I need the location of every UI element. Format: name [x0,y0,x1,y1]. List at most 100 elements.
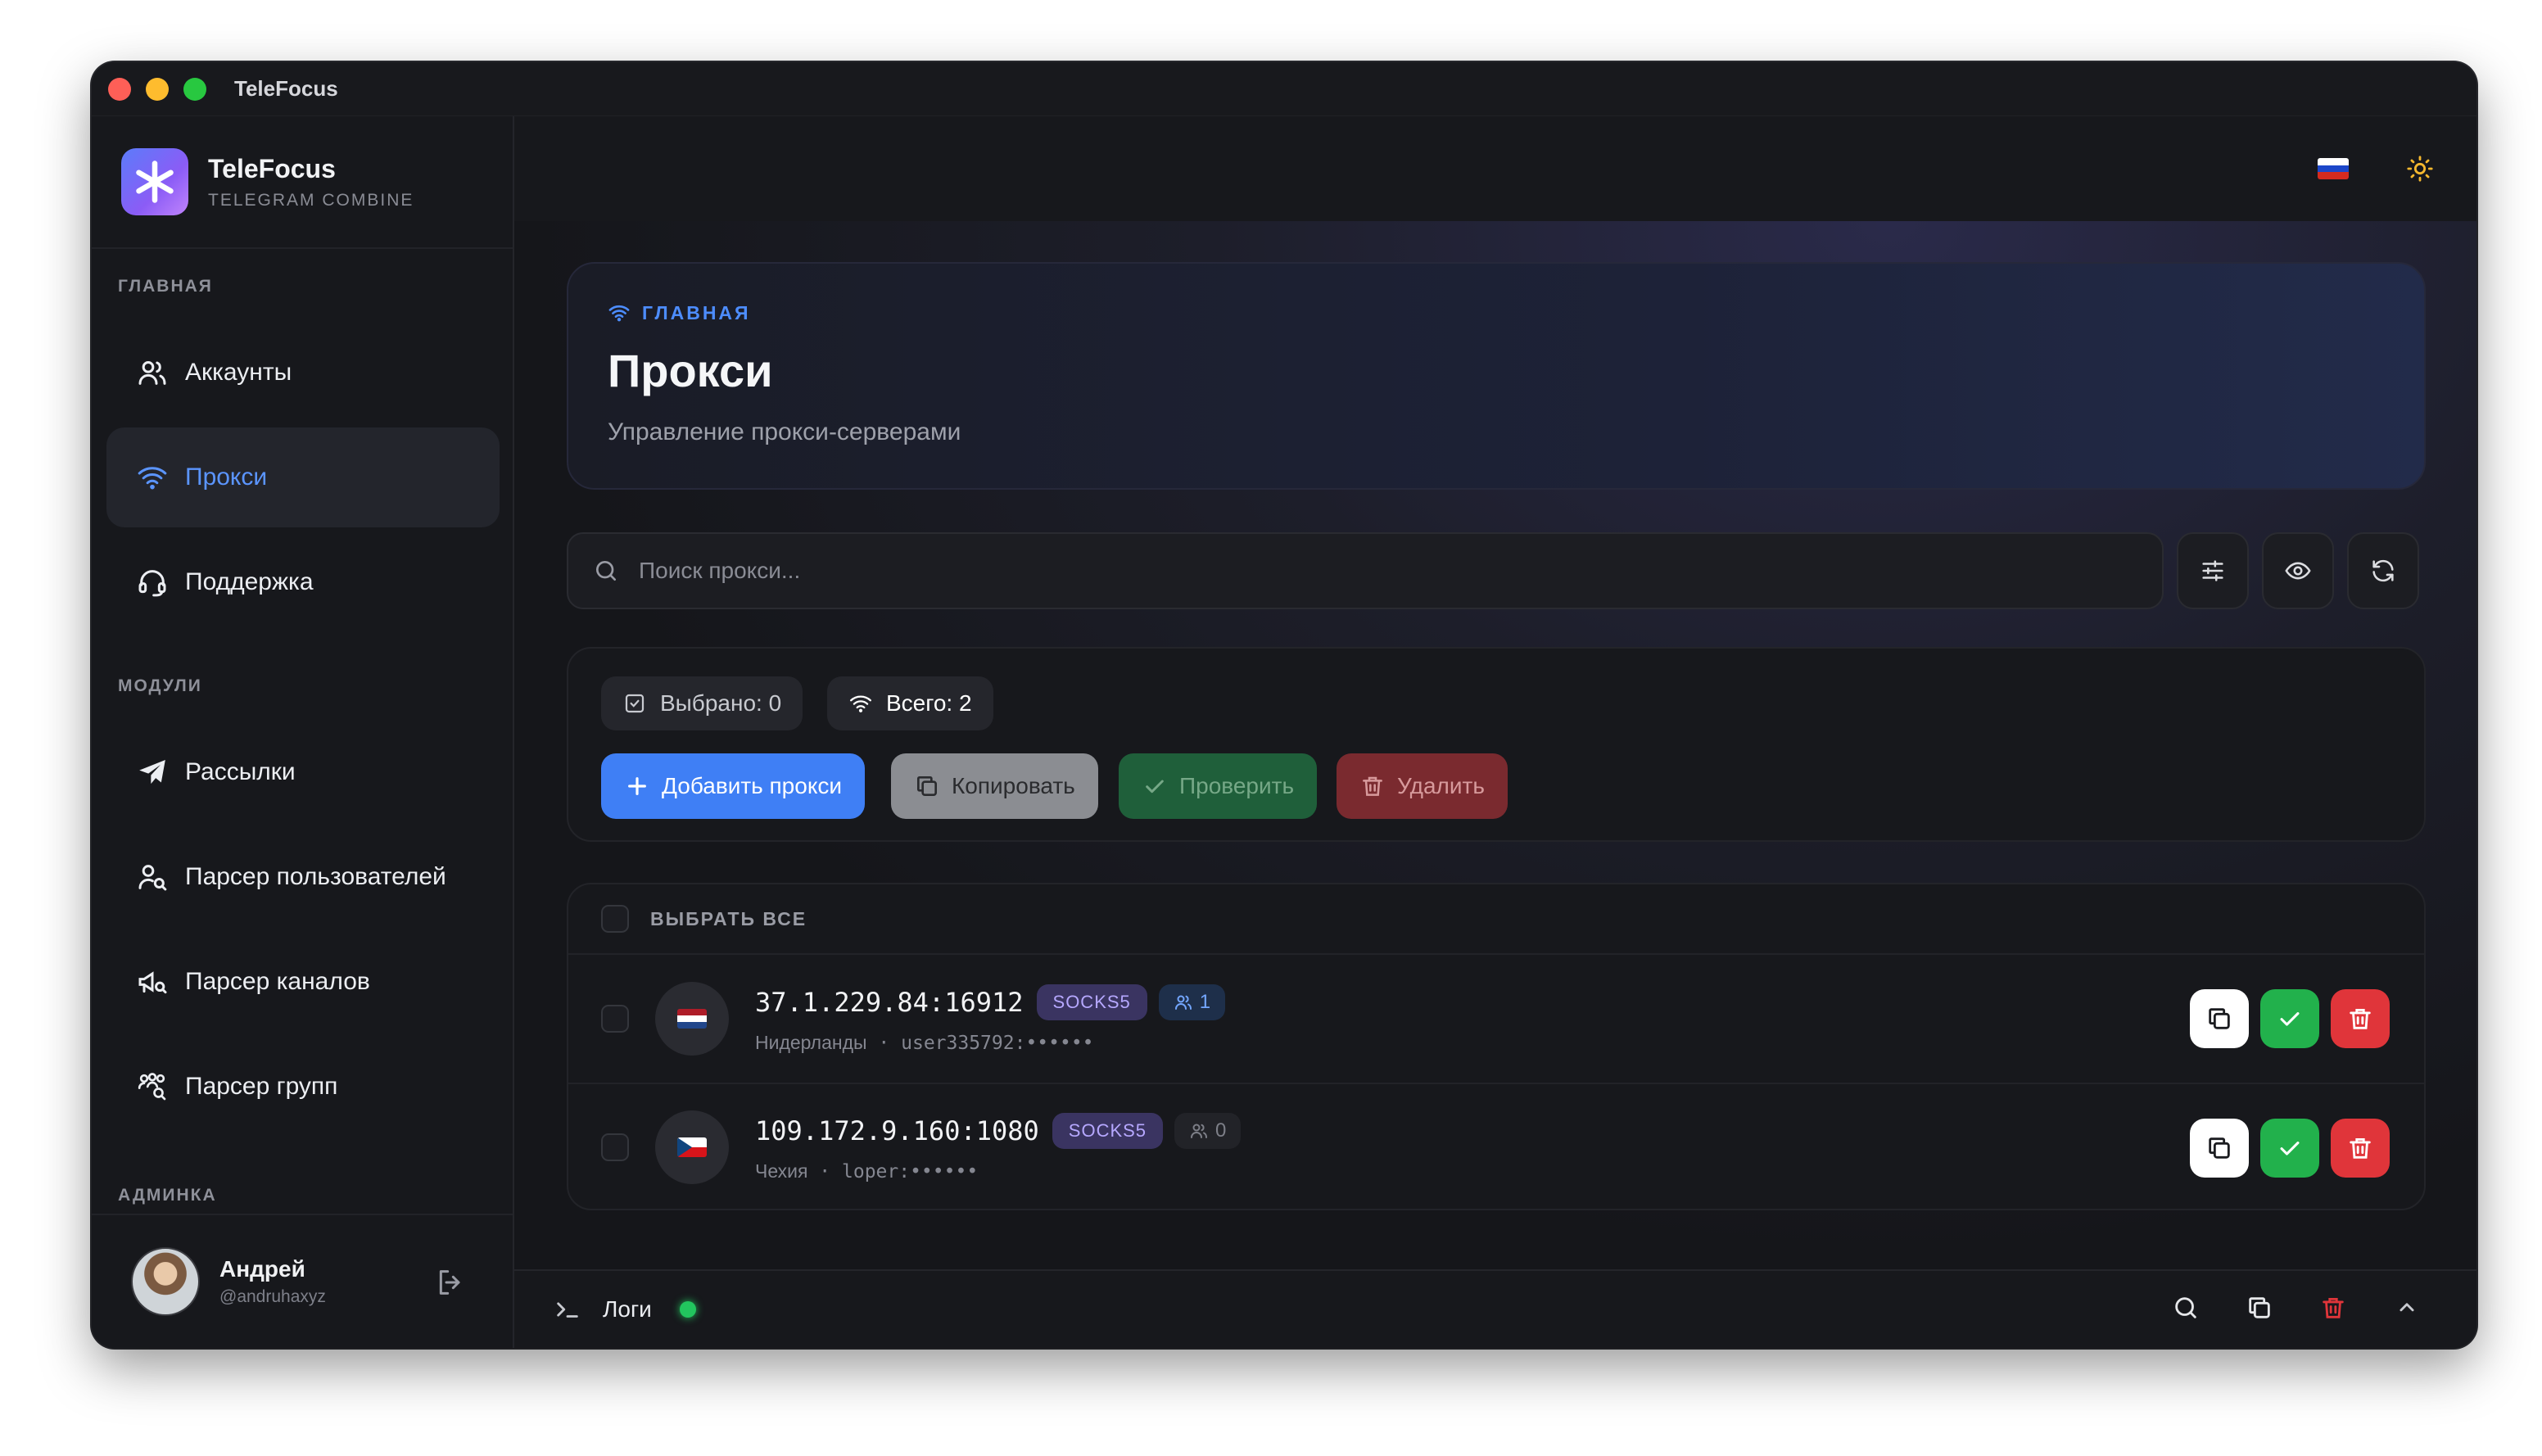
table-row: 37.1.229.84:16912 SOCKS5 1 Нидерланды · … [568,955,2424,1083]
sidebar-item-group-parser[interactable]: Парсер групп [106,1037,500,1137]
section-label-admin: АДМИНКА [118,1186,217,1205]
proxy-address: 109.172.9.160:1080 [755,1115,1039,1146]
sliders-icon [2202,560,2223,581]
search-box[interactable] [567,532,2164,609]
breadcrumb: ГЛАВНАЯ [608,301,2424,324]
sidebar-item-label: Поддержка [185,568,314,595]
select-all-checkbox[interactable] [601,905,629,933]
users-icon [1174,995,1192,1010]
proxy-auth: user335792:•••••• [901,1032,1094,1054]
trash-icon [2350,1008,2371,1029]
close-window-button[interactable] [108,77,131,101]
row-check-button[interactable] [2260,989,2319,1048]
eye-icon [2285,562,2311,580]
logs-status-dot [679,1301,696,1318]
copy-icon [2209,1137,2230,1159]
search-input[interactable] [639,558,2031,584]
trash-icon[interactable] [2319,1294,2347,1322]
logout-icon[interactable] [434,1266,467,1299]
sidebar: TeleFocus TELEGRAM COMBINE ГЛАВНАЯ Аккау… [92,116,514,1348]
copy-button[interactable]: Копировать [891,753,1098,819]
proxy-meta: Нидерланды · user335792:•••••• [755,1032,1225,1054]
search-icon [596,561,616,581]
proxy-country: Нидерланды [755,1031,867,1053]
copy-icon[interactable] [2246,1294,2273,1322]
users-icon [138,361,166,385]
minimize-window-button[interactable] [146,77,169,101]
sidebar-item-support[interactable]: Поддержка [106,532,500,632]
top-bar [514,116,2476,221]
proxy-country: Чехия [755,1160,808,1182]
row-delete-button[interactable] [2331,1119,2390,1178]
avatar [131,1247,200,1316]
sidebar-item-accounts[interactable]: Аккаунты [106,323,500,423]
check-icon [2280,1012,2300,1026]
users-icon [1191,1124,1208,1138]
sidebar-item-label: Рассылки [185,758,296,785]
meta-separator: · [878,1032,890,1054]
accounts-count: 1 [1199,990,1211,1013]
selected-count-chip: Выбрано: 0 [601,676,803,730]
breadcrumb-label: ГЛАВНАЯ [642,301,751,323]
sidebar-item-user-parser[interactable]: Парсер пользователей [106,827,500,927]
refresh-button[interactable] [2347,532,2419,609]
accounts-count-badge: 0 [1174,1112,1242,1149]
chevron-up-icon[interactable] [2393,1294,2421,1322]
row-check-button[interactable] [2260,1119,2319,1178]
toggle-visibility-button[interactable] [2262,532,2334,609]
proxy-list: ВЫБРАТЬ ВСЕ 37.1.229.84:16912 SOCKS5 1 Н… [567,883,2426,1210]
row-copy-button[interactable] [2190,989,2249,1048]
section-label-modules: МОДУЛИ [118,676,202,695]
page-title: Прокси [608,345,773,396]
page-subtitle: Управление прокси-серверами [608,418,961,445]
terminal-icon [557,1302,578,1318]
sidebar-item-channel-parser[interactable]: Парсер каналов [106,932,500,1032]
country-flag [655,1110,729,1184]
filter-button[interactable] [2177,532,2249,609]
group-search-icon [138,1073,166,1101]
sidebar-item-proxy[interactable]: Прокси [106,427,500,527]
copy-icon [917,776,937,796]
brand-logo-icon [121,148,188,215]
brand-subtitle: TELEGRAM COMBINE [208,190,414,210]
sidebar-item-label: Прокси [185,463,268,491]
check-button[interactable]: Проверить [1119,753,1318,819]
row-checkbox[interactable] [601,1005,629,1033]
copy-icon [2209,1008,2230,1029]
proxy-type-badge: SOCKS5 [1052,1112,1164,1149]
headset-icon [138,570,166,597]
title-bar: TeleFocus [92,62,2476,116]
sidebar-item-label: Парсер групп [185,1073,338,1100]
language-flag-ru-icon[interactable] [2318,158,2349,179]
user-handle: @andruhaxyz [219,1287,326,1306]
delete-button[interactable]: Удалить [1337,753,1508,819]
section-label-main: ГЛАВНАЯ [118,277,213,296]
content: ГЛАВНАЯ Прокси Управление прокси-сервера… [514,221,2476,1269]
delete-label: Удалить [1397,773,1485,798]
user-name: Андрей [219,1256,305,1282]
add-proxy-button[interactable]: Добавить прокси [601,753,866,819]
trash-icon [1363,776,1382,796]
accounts-count: 0 [1215,1119,1227,1142]
czech-flag-icon [677,1137,707,1157]
proxy-type-badge: SOCKS5 [1036,983,1147,1020]
user-profile[interactable]: Андрей @andruhaxyz [92,1214,513,1348]
netherlands-flag-icon [677,1009,707,1029]
search-icon[interactable] [2172,1294,2200,1322]
wifi-icon [138,467,167,490]
row-copy-button[interactable] [2190,1119,2249,1178]
total-count-chip: Всего: 2 [827,676,993,730]
logs-bar[interactable]: Логи [514,1269,2476,1348]
sun-icon[interactable] [2406,155,2434,183]
row-checkbox[interactable] [601,1133,629,1161]
trash-icon [2350,1137,2371,1159]
plus-icon [628,777,646,795]
sidebar-item-mailings[interactable]: Рассылки [106,722,500,822]
send-icon [139,760,165,785]
zoom-window-button[interactable] [183,77,206,101]
wifi-icon [608,305,630,322]
checkbox-icon [625,694,645,713]
row-delete-button[interactable] [2331,989,2390,1048]
logs-tools [2172,1294,2421,1322]
proxy-address: 37.1.229.84:16912 [755,986,1024,1018]
